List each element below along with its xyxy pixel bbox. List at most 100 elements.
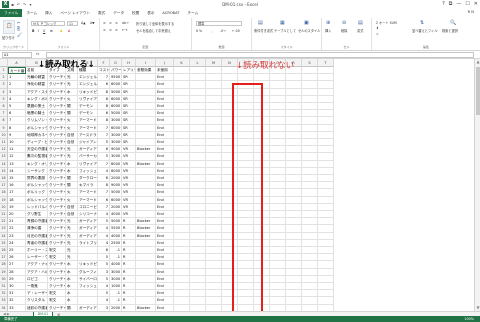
empty-cell[interactable] — [238, 153, 254, 161]
tab-view[interactable]: 表示 — [143, 11, 158, 16]
data-cell[interactable]: -1 — [110, 254, 122, 262]
data-cell[interactable]: VR — [122, 167, 136, 175]
empty-cell[interactable] — [206, 225, 222, 233]
data-cell[interactable]: コロニービ — [78, 203, 98, 211]
column-title-cell[interactable]: 未使用 — [156, 67, 174, 75]
data-cell[interactable]: クリーチャー — [48, 268, 66, 276]
data-cell[interactable]: 6000+ — [110, 196, 122, 204]
row-header[interactable]: 16 — [0, 175, 8, 183]
empty-cell[interactable] — [174, 203, 190, 211]
empty-cell[interactable] — [206, 124, 222, 132]
align-left-icon[interactable]: ≡ — [103, 28, 106, 32]
empty-cell[interactable] — [206, 95, 222, 103]
empty-cell[interactable] — [318, 283, 334, 291]
empty-cell[interactable] — [222, 203, 238, 211]
data-cell[interactable]: クリムゾン・ハンター — [26, 117, 48, 125]
data-cell[interactable] — [136, 81, 156, 89]
data-cell[interactable]: アーマード — [78, 196, 98, 204]
data-cell[interactable] — [136, 196, 156, 204]
empty-cell[interactable] — [174, 211, 190, 219]
empty-cell[interactable] — [286, 218, 302, 226]
data-cell[interactable]: レッドバルバ — [26, 203, 48, 211]
autosum-button[interactable]: Σ オート SUM — [376, 20, 397, 25]
data-cell[interactable]: キマイラ — [78, 182, 98, 190]
data-cell[interactable]: クリーチャー — [48, 81, 66, 89]
empty-cell[interactable] — [318, 218, 334, 226]
data-cell[interactable]: 6000 — [110, 103, 122, 111]
row-header[interactable]: 28 — [0, 261, 8, 269]
data-cell[interactable]: 4 — [98, 239, 110, 247]
empty-cell[interactable] — [254, 167, 270, 175]
data-cell[interactable]: Blocker — [136, 225, 156, 233]
data-cell[interactable]: 冥界の悪魔 — [26, 175, 48, 183]
empty-cell[interactable] — [190, 275, 206, 283]
empty-cell[interactable] — [206, 203, 222, 211]
font-size-select[interactable]: 11 — [67, 21, 78, 26]
empty-cell[interactable] — [238, 81, 254, 89]
data-cell[interactable]: ボルシャック・ヘルナー — [26, 182, 48, 190]
data-cell[interactable]: Blocker — [136, 160, 156, 168]
data-cell[interactable]: 地球神カネーワ — [26, 131, 48, 139]
data-cell[interactable]: VR — [122, 189, 136, 197]
data-cell[interactable]: クリーチャー — [48, 196, 66, 204]
row-header[interactable]: 13 — [0, 153, 8, 161]
empty-cell[interactable] — [254, 239, 270, 247]
row-header[interactable]: 12 — [0, 146, 8, 154]
empty-cell[interactable] — [190, 297, 206, 305]
data-cell[interactable]: End — [156, 261, 174, 269]
empty-cell[interactable] — [302, 247, 318, 255]
row-header[interactable]: 31 — [0, 283, 8, 291]
help-button[interactable]: ? — [442, 1, 445, 7]
empty-cell[interactable] — [238, 182, 254, 190]
empty-cell[interactable] — [270, 175, 286, 183]
empty-cell[interactable] — [254, 103, 270, 111]
empty-cell[interactable] — [302, 196, 318, 204]
empty-cell[interactable] — [318, 232, 334, 240]
data-cell[interactable] — [136, 203, 156, 211]
data-cell[interactable]: エンジェル — [78, 81, 98, 89]
data-cell[interactable]: 8 — [98, 103, 110, 111]
data-cell[interactable]: 9 — [8, 131, 26, 139]
vertical-scroll-thumb[interactable] — [476, 67, 480, 115]
data-cell[interactable]: 25 — [8, 247, 26, 255]
empty-cell[interactable] — [318, 239, 334, 247]
data-cell[interactable]: 20 — [8, 211, 26, 219]
data-cell[interactable]: フィッシュ — [78, 283, 98, 291]
empty-cell[interactable] — [174, 160, 190, 168]
data-cell[interactable]: R — [122, 290, 136, 298]
empty-cell[interactable] — [302, 182, 318, 190]
row-header[interactable]: 17 — [0, 182, 8, 190]
data-cell[interactable]: 21 — [8, 218, 26, 226]
bold-button[interactable]: B — [32, 29, 34, 33]
empty-cell[interactable] — [270, 153, 286, 161]
row-header[interactable]: 19 — [0, 196, 8, 204]
empty-cell[interactable] — [222, 110, 238, 118]
data-cell[interactable]: 鷹爪の監視者 — [26, 153, 48, 161]
empty-cell[interactable] — [206, 175, 222, 183]
data-cell[interactable]: 呪文 — [48, 247, 66, 255]
data-cell[interactable]: 2000 — [110, 175, 122, 183]
empty-cell[interactable] — [270, 167, 286, 175]
empty-cell[interactable] — [286, 290, 302, 298]
data-cell[interactable] — [136, 153, 156, 161]
data-cell[interactable]: R — [122, 254, 136, 262]
data-cell[interactable]: 6000 — [110, 160, 122, 168]
empty-cell[interactable] — [254, 124, 270, 132]
data-cell[interactable]: 8 — [98, 117, 110, 125]
row-header[interactable]: 6 — [0, 103, 8, 111]
data-cell[interactable]: R — [122, 275, 136, 283]
empty-cell[interactable] — [222, 268, 238, 276]
empty-cell[interactable] — [222, 225, 238, 233]
empty-cell[interactable] — [190, 146, 206, 154]
row-header[interactable]: 4 — [0, 88, 8, 96]
clear-icon[interactable]: ◇ — [376, 32, 378, 36]
empty-cell[interactable] — [222, 139, 238, 147]
format-painter-icon[interactable]: 🖌 — [17, 32, 22, 38]
tab-home[interactable]: ホーム — [22, 11, 41, 16]
data-cell[interactable]: 光 — [66, 225, 78, 233]
align-top-icon[interactable]: ≡ — [103, 21, 106, 25]
data-cell[interactable]: 闇 — [66, 103, 78, 111]
data-cell[interactable]: ボルシャック・ドラゴン — [26, 124, 48, 132]
data-cell[interactable]: 3000+ — [110, 139, 122, 147]
data-cell[interactable]: 10 — [8, 139, 26, 147]
